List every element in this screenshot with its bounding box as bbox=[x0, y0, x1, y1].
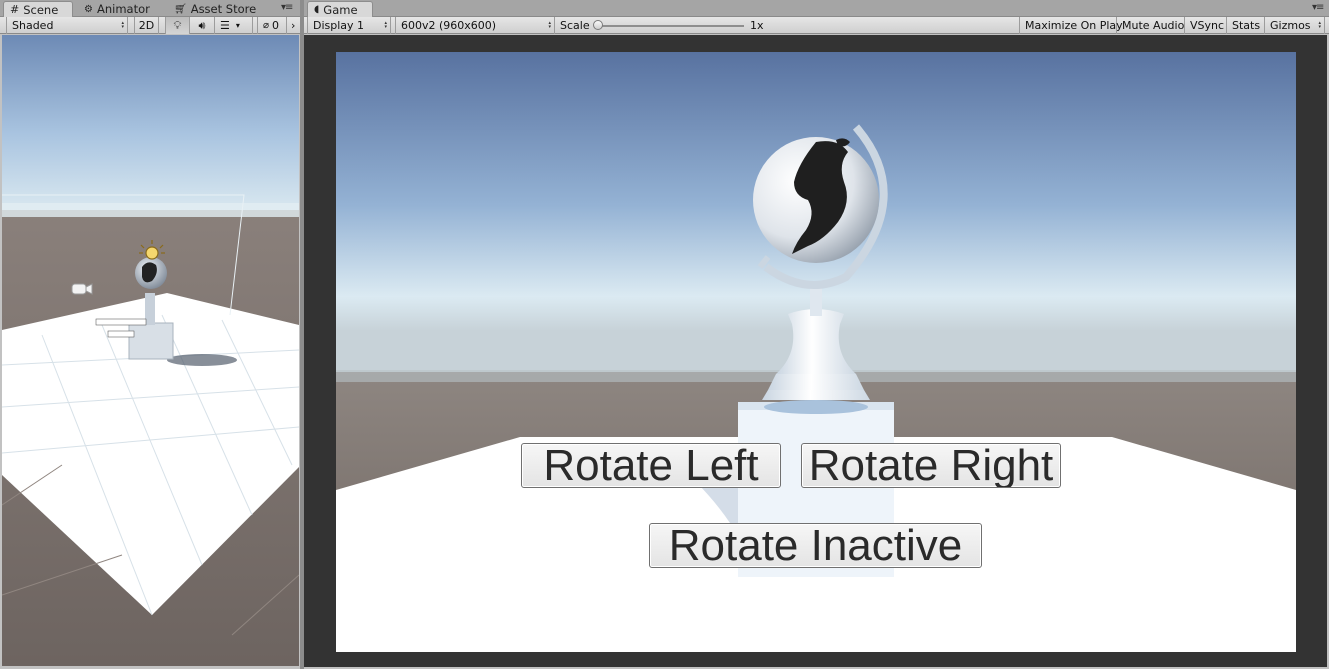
grid-hash-icon: # bbox=[10, 3, 20, 16]
eye-slash-icon: ⌀ bbox=[263, 20, 270, 31]
tab-scene[interactable]: # Scene bbox=[3, 1, 73, 17]
maximize-on-play-toggle[interactable]: Maximize On Play bbox=[1019, 17, 1123, 34]
tab-asset-store[interactable]: 🛒︎ Asset Store bbox=[168, 1, 262, 17]
stats-toggle[interactable]: Stats bbox=[1227, 17, 1265, 34]
scene-tabstrip: # Scene ⚙ Animator 🛒︎ Asset Store ▾≡ bbox=[0, 0, 300, 17]
panel-menu-icon[interactable]: ▾≡ bbox=[1312, 2, 1324, 13]
scene-viewport[interactable] bbox=[2, 35, 299, 666]
tab-animator[interactable]: ⚙ Animator bbox=[78, 1, 156, 17]
scale-slider-track[interactable] bbox=[596, 25, 744, 27]
scale-value: 1x bbox=[750, 19, 764, 32]
shading-mode-dropdown[interactable]: Shaded bbox=[6, 17, 128, 34]
rotate-left-button[interactable]: Rotate Left bbox=[521, 443, 781, 488]
audio-toggle-button[interactable]: 🔊︎ bbox=[190, 17, 215, 34]
effects-dropdown[interactable]: ☰ ▾ bbox=[215, 17, 253, 34]
animator-icon: ⚙ bbox=[84, 3, 93, 15]
panel-menu-icon[interactable]: ▾≡ bbox=[281, 2, 293, 13]
scene-toolbar: Shaded 2D 💡︎ 🔊︎ ☰ ▾ ⌀ 0 › bbox=[0, 17, 300, 34]
camera-gizmo-icon bbox=[71, 283, 93, 295]
lighting-toggle-button[interactable]: 💡︎ bbox=[165, 17, 190, 34]
chevron-down-icon: ▾ bbox=[235, 21, 240, 30]
resolution-dropdown[interactable]: 600v2 (960x600) bbox=[395, 17, 555, 34]
rotate-inactive-button[interactable]: Rotate Inactive bbox=[649, 523, 982, 568]
2d-toggle-button[interactable]: 2D bbox=[134, 17, 159, 34]
mute-audio-toggle[interactable]: Mute Audio bbox=[1117, 17, 1185, 34]
vsync-toggle[interactable]: VSync bbox=[1185, 17, 1227, 34]
game-tabstrip: ◖ Game ▾≡ bbox=[304, 0, 1329, 17]
game-toolbar: Display 1 600v2 (960x600) Scale 1x Maxim… bbox=[304, 17, 1329, 34]
speaker-icon: 🔊︎ bbox=[198, 18, 206, 32]
scene-render bbox=[2, 35, 299, 666]
store-icon: 🛒︎ bbox=[174, 3, 187, 15]
display-dropdown[interactable]: Display 1 bbox=[307, 17, 391, 34]
unity-editor-window: # Scene ⚙ Animator 🛒︎ Asset Store ▾≡ Sha… bbox=[0, 0, 1329, 669]
rotate-right-button[interactable]: Rotate Right bbox=[801, 443, 1061, 488]
gizmos-dropdown[interactable]: Gizmos bbox=[1265, 17, 1325, 34]
lightbulb-icon: 💡︎ bbox=[173, 18, 182, 32]
tab-game[interactable]: ◖ Game bbox=[307, 1, 373, 17]
hidden-objects-toggle[interactable]: ⌀ 0 bbox=[257, 17, 287, 34]
scale-slider-thumb[interactable] bbox=[593, 20, 603, 30]
pacman-icon: ◖ bbox=[314, 4, 320, 15]
more-overflow-icon[interactable]: › bbox=[289, 17, 300, 34]
effects-icon: ☰ bbox=[220, 19, 230, 32]
game-viewport[interactable]: Rotate Left Rotate Right Rotate Inactive bbox=[336, 52, 1296, 652]
